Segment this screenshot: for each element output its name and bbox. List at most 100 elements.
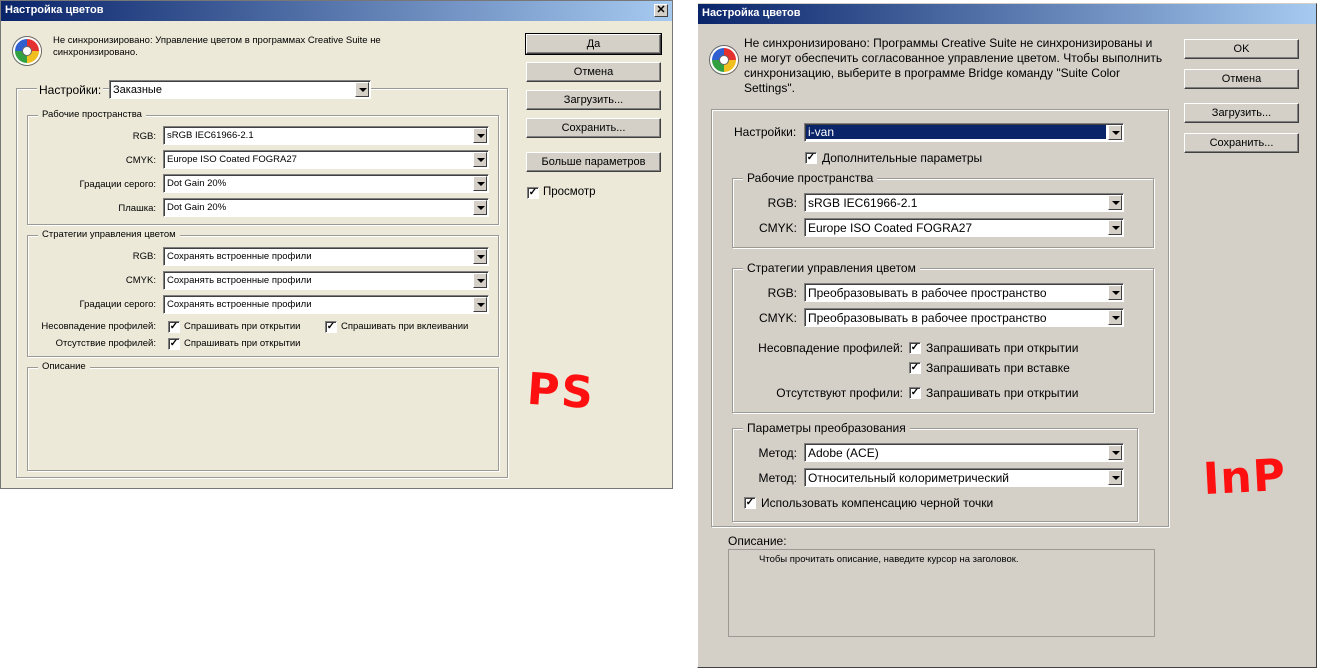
ps-missing-label: Отсутствие профилей:	[55, 338, 156, 349]
ps-more-options-button[interactable]: Больше параметров	[526, 152, 661, 172]
id-bpc-checkbox[interactable]: ✓	[744, 497, 756, 509]
ps-pol-gray-label: Градации серого:	[79, 299, 156, 310]
chevron-down-icon[interactable]	[473, 128, 487, 143]
color-wheel-icon	[13, 37, 41, 65]
ps-ws-cmyk-label: CMYK:	[125, 155, 156, 166]
id-conversion-title: Параметры преобразования	[743, 421, 910, 435]
chevron-down-icon[interactable]	[1108, 470, 1122, 485]
chevron-down-icon[interactable]	[1108, 310, 1122, 325]
ps-load-button[interactable]: Загрузить...	[526, 90, 661, 110]
ps-handwritten-annotation: PS	[525, 363, 597, 420]
id-pol-rgb-label: RGB:	[767, 286, 797, 300]
ps-ws-spot-select[interactable]: Dot Gain 20%	[163, 198, 489, 217]
chevron-down-icon[interactable]	[1108, 285, 1122, 300]
id-intent-select[interactable]: Относительный колориметрический	[804, 468, 1124, 487]
chevron-down-icon[interactable]	[1108, 220, 1122, 235]
id-settings-value: i-van	[806, 125, 1106, 139]
ps-ws-rgb-label: RGB:	[132, 131, 156, 142]
id-advanced-label[interactable]: Дополнительные параметры	[822, 151, 982, 165]
id-missing-open-checkbox[interactable]: ✓	[909, 387, 921, 399]
id-settings-label: Настройки:	[734, 125, 797, 139]
ps-ws-spot-value: Dot Gain 20%	[167, 202, 227, 213]
id-pol-rgb-value: Преобразовывать в рабочее пространство	[808, 286, 1047, 300]
id-engine-value: Adobe (ACE)	[808, 446, 879, 460]
ps-title-bar: Настройка цветов	[1, 1, 672, 21]
id-settings-select[interactable]: i-van	[804, 123, 1124, 142]
ps-ws-cmyk-select[interactable]: Europe ISO Coated FOGRA27	[163, 150, 489, 169]
ps-window-title: Настройка цветов	[5, 4, 104, 16]
ps-ok-button[interactable]: Да	[525, 33, 662, 55]
id-pol-rgb-select[interactable]: Преобразовывать в рабочее пространство	[804, 283, 1124, 302]
chevron-down-icon[interactable]	[473, 297, 487, 312]
id-ws-rgb-select[interactable]: sRGB IEC61966-2.1	[804, 193, 1124, 212]
id-intent-label: Метод:	[758, 471, 797, 485]
ps-ws-gray-label: Градации серого:	[79, 179, 156, 190]
id-description-box: Чтобы прочитать описание, наведите курсо…	[728, 549, 1155, 637]
id-title-bar: Настройка цветов	[698, 4, 1316, 24]
ps-preview-label[interactable]: Просмотр	[543, 186, 596, 198]
id-intent-value: Относительный колориметрический	[808, 471, 1009, 485]
id-save-button[interactable]: Сохранить...	[1184, 133, 1299, 153]
ps-ws-cmyk-value: Europe ISO Coated FOGRA27	[167, 154, 297, 165]
id-mismatch-open-checkbox[interactable]: ✓	[909, 342, 921, 354]
id-sync-message: Не синхронизировано: Программы Creative …	[744, 36, 1163, 95]
chevron-down-icon[interactable]	[1108, 125, 1122, 140]
id-pol-cmyk-label: CMYK:	[758, 311, 797, 325]
chevron-down-icon[interactable]	[473, 176, 487, 191]
ps-ws-rgb-select[interactable]: sRGB IEC61966-2.1	[163, 126, 489, 145]
chevron-down-icon[interactable]	[355, 82, 369, 97]
ps-missing-open-checkbox[interactable]: ✓	[168, 338, 180, 350]
ps-workspaces-title: Рабочие пространства	[38, 109, 146, 120]
id-pol-cmyk-select[interactable]: Преобразовывать в рабочее пространство	[804, 308, 1124, 327]
ps-description-group: Описание	[27, 361, 499, 471]
ps-pol-cmyk-select[interactable]: Сохранять встроенные профили	[163, 271, 489, 290]
id-ws-rgb-label: RGB:	[767, 196, 797, 210]
ps-ws-gray-value: Dot Gain 20%	[167, 178, 227, 189]
ps-mismatch-paste-checkbox[interactable]: ✓	[325, 321, 337, 333]
id-ws-rgb-value: sRGB IEC61966-2.1	[808, 196, 918, 210]
id-engine-label: Метод:	[758, 446, 797, 460]
ps-preview-checkbox[interactable]: ✓	[527, 187, 539, 199]
chevron-down-icon[interactable]	[473, 200, 487, 215]
chevron-down-icon[interactable]	[473, 249, 487, 264]
id-ws-cmyk-select[interactable]: Europe ISO Coated FOGRA27	[804, 218, 1124, 237]
id-cancel-button[interactable]: Отмена	[1184, 69, 1299, 89]
id-advanced-checkbox[interactable]: ✓	[805, 152, 817, 164]
id-bpc-label[interactable]: Использовать компенсацию черной точки	[761, 496, 993, 510]
id-handwritten-annotation: InP	[1201, 449, 1288, 506]
ps-ws-gray-select[interactable]: Dot Gain 20%	[163, 174, 489, 193]
chevron-down-icon[interactable]	[473, 273, 487, 288]
id-mismatch-label: Несовпадение профилей:	[758, 341, 903, 355]
id-mismatch-open-label[interactable]: Запрашивать при открытии	[926, 341, 1078, 355]
chevron-down-icon[interactable]	[1108, 195, 1122, 210]
id-load-button[interactable]: Загрузить...	[1184, 103, 1299, 123]
id-description-text: Чтобы прочитать описание, наведите курсо…	[759, 554, 1019, 565]
ps-mismatch-open-label[interactable]: Спрашивать при открытии	[184, 321, 301, 332]
id-missing-label: Отсутствуют профили:	[776, 386, 903, 400]
id-mismatch-paste-checkbox[interactable]: ✓	[909, 362, 921, 374]
chevron-down-icon[interactable]	[473, 152, 487, 167]
ps-settings-select[interactable]: Заказные	[109, 80, 371, 99]
ps-missing-open-label[interactable]: Спрашивать при открытии	[184, 338, 301, 349]
id-ok-button[interactable]: OK	[1184, 39, 1299, 59]
ps-mismatch-paste-label[interactable]: Спрашивать при вклеивании	[341, 321, 468, 332]
ps-close-button[interactable]: ✕	[654, 4, 668, 17]
ps-mismatch-open-checkbox[interactable]: ✓	[168, 321, 180, 333]
color-wheel-icon	[710, 46, 738, 74]
ps-pol-rgb-select[interactable]: Сохранять встроенные профили	[163, 247, 489, 266]
id-missing-open-label[interactable]: Запрашивать при открытии	[926, 386, 1078, 400]
ps-pol-rgb-value: Сохранять встроенные профили	[167, 251, 312, 262]
id-color-settings-dialog: Настройка цветов Не синхронизировано: Пр…	[697, 3, 1317, 668]
ps-settings-value: Заказные	[113, 84, 162, 96]
id-engine-select[interactable]: Adobe (ACE)	[804, 443, 1124, 462]
chevron-down-icon[interactable]	[1108, 445, 1122, 460]
ps-save-button[interactable]: Сохранить...	[526, 118, 661, 138]
ps-color-settings-dialog: Настройка цветов ✕ Не синхронизировано: …	[0, 0, 673, 489]
ps-sync-message: Не синхронизировано: Управление цветом в…	[53, 35, 381, 58]
ps-pol-gray-select[interactable]: Сохранять встроенные профили	[163, 295, 489, 314]
id-workspaces-group: Рабочие пространства	[732, 171, 1154, 248]
ps-pol-gray-value: Сохранять встроенные профили	[167, 299, 312, 310]
id-window-title: Настройка цветов	[702, 7, 801, 19]
ps-cancel-button[interactable]: Отмена	[526, 62, 661, 82]
id-mismatch-paste-label[interactable]: Запрашивать при вставке	[926, 361, 1070, 375]
